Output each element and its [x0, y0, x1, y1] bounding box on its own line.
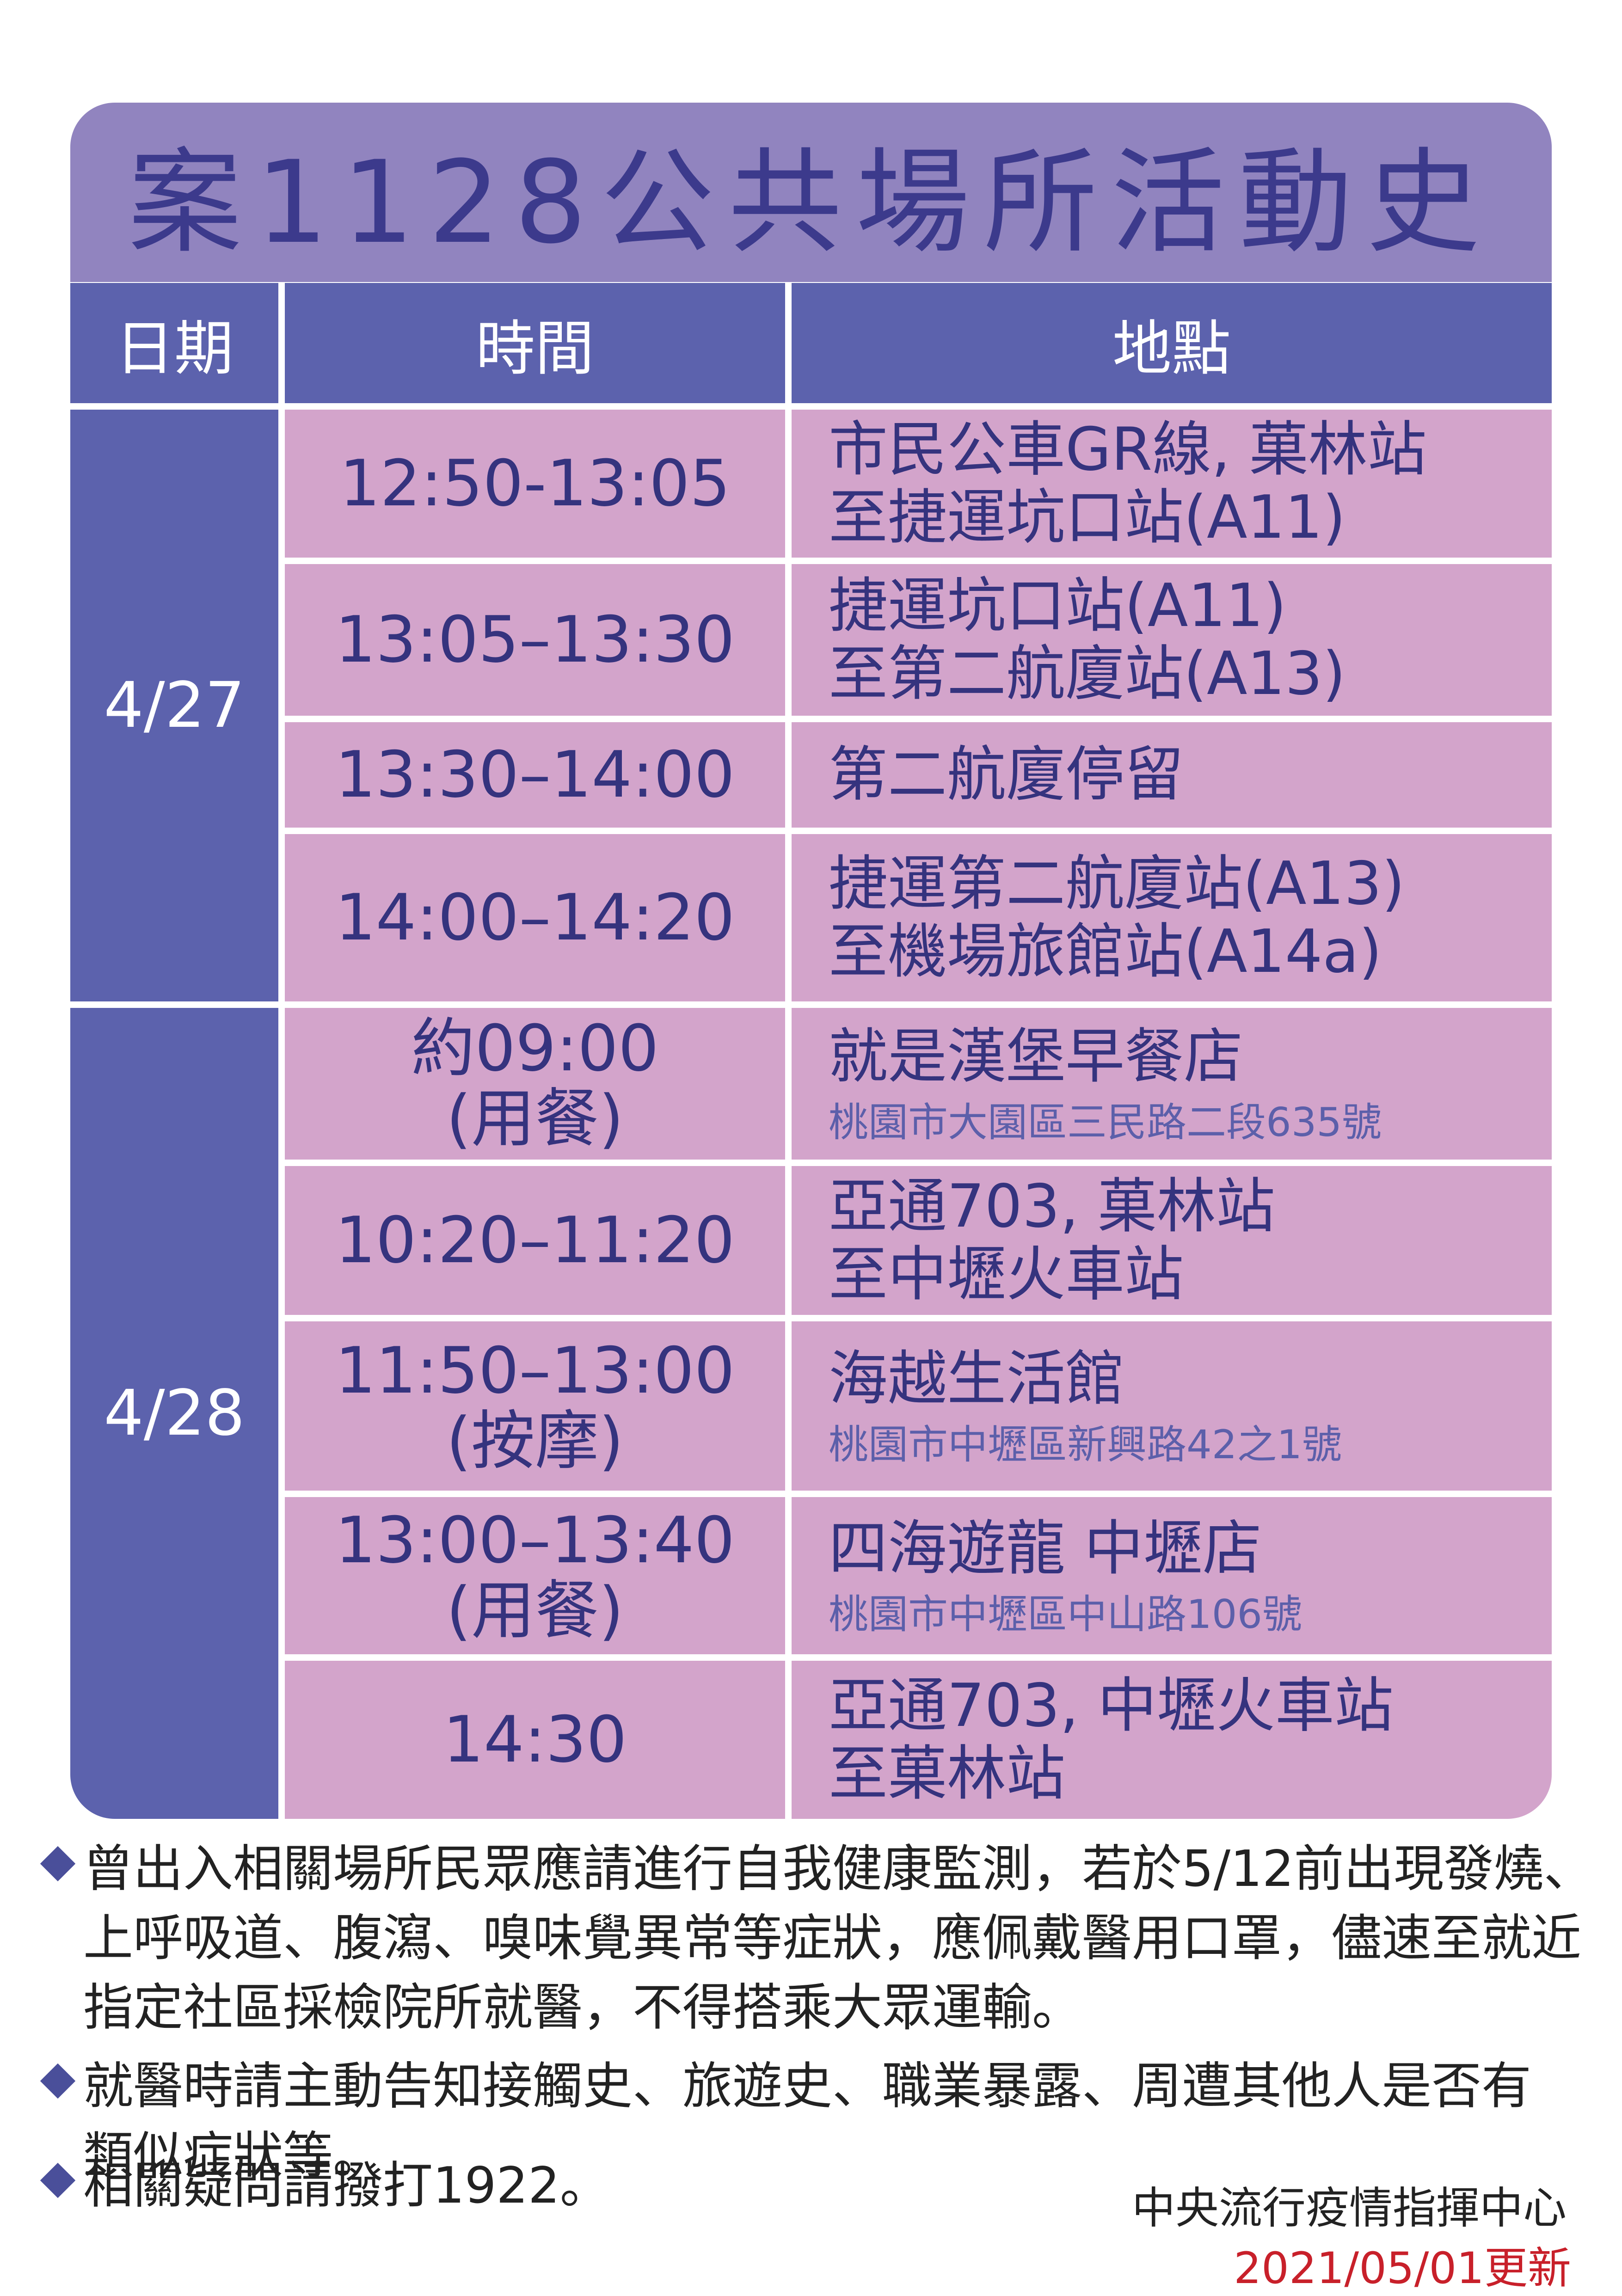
address-text: 桃園市中壢區中山路106號: [829, 1591, 1303, 1638]
time-text: 14:30: [443, 1702, 627, 1777]
header-place: 地點: [792, 283, 1552, 403]
time-text: 14:00–14:20: [335, 880, 735, 955]
place-text: 亞通703, 菓林站 至中壢火車站: [829, 1172, 1275, 1309]
table-row-time: 13:05–13:30: [285, 564, 785, 716]
address-text: 桃園市大園區三民路二段635號: [829, 1099, 1382, 1146]
time-text: 13:00–13:40 (用餐): [335, 1503, 735, 1648]
place-text: 第二航廈停留: [829, 740, 1184, 810]
table-row-place: 亞通703, 菓林站 至中壢火車站: [792, 1166, 1552, 1315]
date-cell-0428: 4/28: [70, 1008, 278, 1819]
issuing-agency: 中央流行疫情指揮中心: [1131, 2183, 1567, 2234]
date-label: 4/28: [104, 1377, 245, 1450]
header-place-label: 地點: [1112, 314, 1231, 383]
place-text: 市民公車GR線, 菓林站 至捷運坑口站(A11): [829, 415, 1427, 552]
table-row-time: 14:00–14:20: [285, 834, 785, 1001]
place-text: 捷運坑口站(A11) 至第二航廈站(A13): [829, 571, 1346, 708]
bullet-icon: [32, 2151, 83, 2221]
table-row-place: 四海遊龍 中壢店 桃園市中壢區中山路106號: [792, 1497, 1552, 1654]
place-text: 亞通703, 中壢火車站 至菓林站: [829, 1671, 1394, 1808]
activity-history-card: 案1128公共場所活動史 日期 時間 地點 4/27 4/28 12:50-13…: [70, 103, 1552, 1819]
time-text: 11:50–13:00 (按摩): [335, 1333, 735, 1478]
table-row-time: 13:30–14:00: [285, 722, 785, 828]
time-text: 13:05–13:30: [335, 602, 735, 677]
time-text: 10:20–11:20: [335, 1203, 735, 1278]
table-row-time: 13:00–13:40 (用餐): [285, 1497, 785, 1654]
note-item: 曾出入相關場所民眾應請進行自我健康監測，若於5/12前出現發燒、 上呼吸道、腹瀉…: [32, 1835, 1594, 2043]
update-date: 2021/05/01更新: [1234, 2243, 1571, 2294]
table-row-time: 約09:00 (用餐): [285, 1008, 785, 1160]
time-text: 約09:00 (用餐): [411, 1011, 659, 1156]
place-text: 就是漢堡早餐店: [829, 1022, 1243, 1092]
time-text: 12:50-13:05: [339, 446, 731, 521]
header-date-label: 日期: [115, 314, 233, 383]
table-row-place: 第二航廈停留: [792, 722, 1552, 828]
note-text: 曾出入相關場所民眾應請進行自我健康監測，若於5/12前出現發燒、 上呼吸道、腹瀉…: [83, 1840, 1594, 2037]
date-label: 4/27: [104, 669, 245, 742]
table-row-place: 捷運坑口站(A11) 至第二航廈站(A13): [792, 564, 1552, 716]
header-time: 時間: [285, 283, 785, 403]
table-row-place: 就是漢堡早餐店 桃園市大園區三民路二段635號: [792, 1008, 1552, 1160]
place-text: 海越生活館: [829, 1344, 1125, 1414]
table-row-place: 捷運第二航廈站(A13) 至機場旅館站(A14a): [792, 834, 1552, 1001]
page-title: 案1128公共場所活動史: [128, 137, 1494, 269]
time-text: 13:30–14:00: [335, 737, 735, 812]
table-row-time: 12:50-13:05: [285, 410, 785, 558]
address-text: 桃園市中壢區新興路42之1號: [829, 1422, 1342, 1468]
date-cell-0427: 4/27: [70, 410, 278, 1001]
table-row-time: 14:30: [285, 1661, 785, 1819]
note-text: 相關疑問請撥打1922。: [83, 2157, 610, 2215]
table-row-time: 11:50–13:00 (按摩): [285, 1321, 785, 1491]
place-text: 四海遊龍 中壢店: [829, 1514, 1262, 1584]
note-item: 相關疑問請撥打1922。: [32, 2151, 610, 2221]
table-row-place: 亞通703, 中壢火車站 至菓林站: [792, 1661, 1552, 1819]
header-time-label: 時間: [475, 314, 594, 383]
place-text: 捷運第二航廈站(A13) 至機場旅館站(A14a): [829, 849, 1405, 986]
bullet-icon: [32, 1835, 83, 2043]
title-bar: 案1128公共場所活動史: [70, 103, 1552, 282]
table-row-place: 海越生活館 桃園市中壢區新興路42之1號: [792, 1321, 1552, 1491]
table-row-place: 市民公車GR線, 菓林站 至捷運坑口站(A11): [792, 410, 1552, 558]
table-row-time: 10:20–11:20: [285, 1166, 785, 1315]
header-date: 日期: [70, 283, 278, 403]
